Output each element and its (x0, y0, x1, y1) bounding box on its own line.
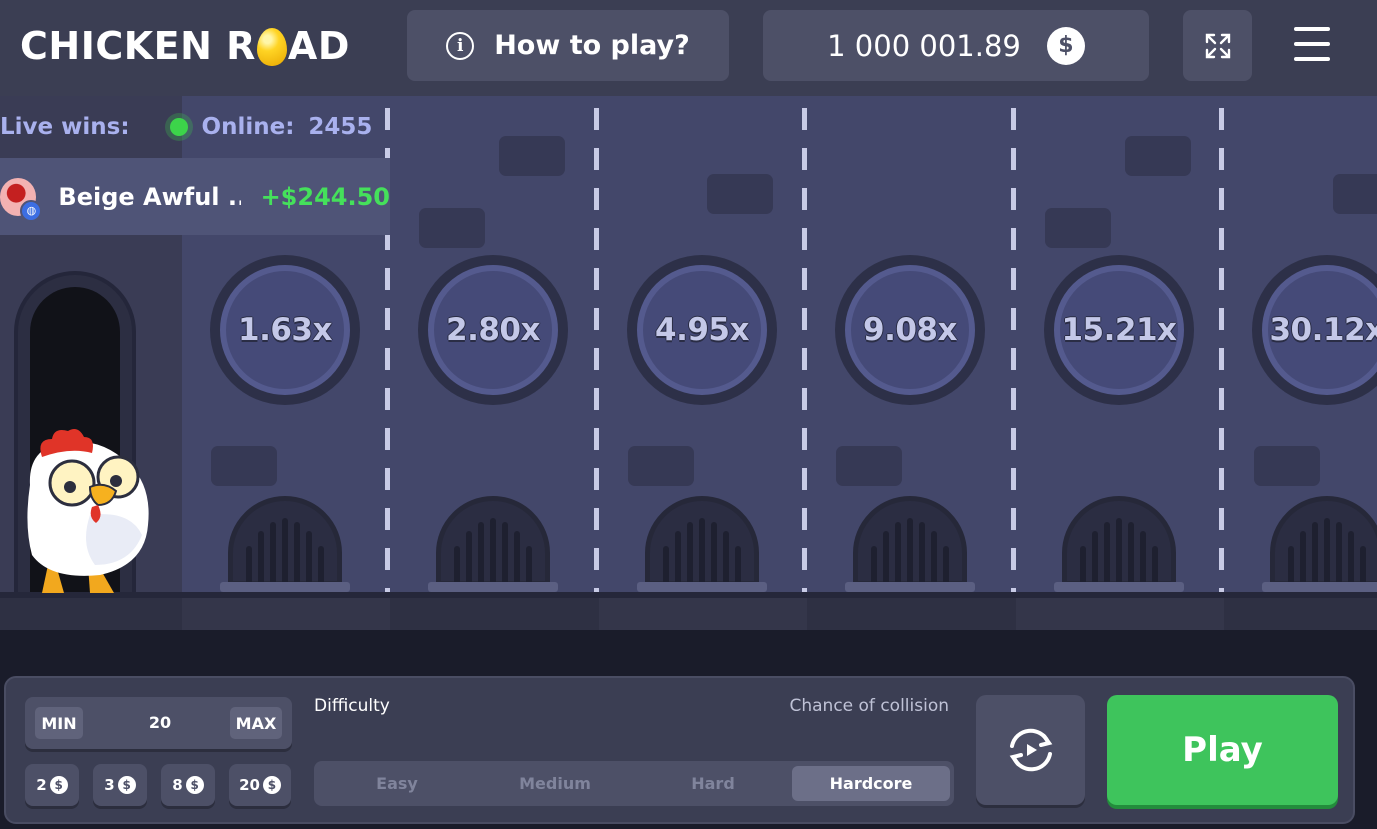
quick-bet-chip-8[interactable]: 8 $ (161, 764, 215, 806)
min-bet-button[interactable]: MIN (35, 707, 83, 739)
sewer-grate-icon (1262, 496, 1377, 592)
wall-brick (1333, 174, 1377, 214)
lane-multiplier-3[interactable]: 4.95x (627, 255, 777, 405)
fullscreen-button[interactable] (1183, 10, 1252, 81)
lane-divider (802, 108, 807, 596)
wall-brick (1254, 446, 1320, 486)
chip-value: 8 (172, 776, 183, 794)
chip-value: 20 (239, 776, 260, 794)
multiplier-value: 15.21x (1061, 312, 1177, 348)
multiplier-value: 1.63x (238, 312, 332, 348)
chip-value: 2 (36, 776, 47, 794)
chip-value: 3 (104, 776, 115, 794)
bet-value[interactable]: 20 (115, 697, 205, 749)
multiplier-value: 30.12x (1269, 312, 1377, 348)
win-amount: +$244.50 (260, 182, 390, 211)
road-segment (599, 598, 807, 630)
online-label: Online: (201, 114, 295, 140)
wall-brick (499, 136, 565, 176)
lane-divider (1011, 108, 1016, 596)
egg-icon (256, 28, 287, 66)
sewer-grate-icon (845, 496, 975, 592)
menu-line-icon (1294, 57, 1330, 61)
wall-brick (211, 446, 277, 486)
live-wins-label: Live wins: (0, 114, 130, 140)
dollar-coin-icon: $ (185, 776, 204, 794)
winner-name: Beige Awful ... (58, 182, 241, 211)
quick-bet-chip-3[interactable]: 3 $ (93, 764, 147, 806)
wall-brick (1045, 208, 1111, 248)
max-bet-button[interactable]: MAX (230, 707, 282, 739)
balance-value: 1 000 001.89 (827, 28, 1021, 63)
lane-divider (594, 108, 599, 596)
online-count: 2455 (308, 114, 373, 140)
quick-bet-chip-20[interactable]: 20 $ (229, 764, 291, 806)
lane-multiplier-2[interactable]: 2.80x (418, 255, 568, 405)
avatar: ◍ (0, 177, 43, 222)
wall-brick (419, 208, 485, 248)
difficulty-easy[interactable]: Easy (318, 766, 476, 801)
live-wins-bar: Live wins: Online: 2455 (0, 96, 390, 158)
lane-multiplier-6[interactable]: 30.12x (1252, 255, 1377, 405)
road-segment (1016, 598, 1224, 630)
logo-text-left: CHICKEN R (20, 24, 256, 68)
bet-amount-input[interactable]: MIN 20 MAX (25, 697, 292, 749)
globe-icon: ◍ (20, 199, 43, 222)
menu-line-icon (1294, 27, 1330, 31)
lane-multiplier-5[interactable]: 15.21x (1044, 255, 1194, 405)
lane-multiplier-4[interactable]: 9.08x (835, 255, 985, 405)
autoplay-cycle-icon (1009, 728, 1052, 772)
dollar-coin-icon: $ (262, 776, 281, 794)
multiplier-value: 4.95x (655, 312, 749, 348)
play-button[interactable]: Play (1107, 695, 1338, 805)
chicken-character-icon (27, 429, 149, 593)
dollar-coin-icon: $ (1046, 26, 1085, 65)
wall-brick (707, 174, 773, 214)
info-icon: i (446, 31, 475, 60)
hamburger-menu-button[interactable] (1286, 22, 1338, 66)
balance-display: 1 000 001.89 $ (763, 10, 1149, 81)
difficulty-hardcore[interactable]: Hardcore (792, 766, 950, 801)
top-bar: CHICKEN R AD i How to play? 1 000 001.89 … (0, 0, 1377, 96)
multiplier-value: 9.08x (863, 312, 957, 348)
autoplay-button[interactable] (976, 695, 1085, 805)
dollar-coin-icon: $ (117, 776, 136, 794)
difficulty-hard[interactable]: Hard (634, 766, 792, 801)
how-to-play-button[interactable]: i How to play? (407, 10, 729, 81)
multiplier-value: 2.80x (446, 312, 540, 348)
road-segment (182, 598, 390, 630)
chance-of-collision-label: Chance of collision (789, 696, 949, 716)
difficulty-label: Difficulty (314, 696, 390, 716)
game-logo: CHICKEN R AD (20, 22, 350, 70)
wall-brick (1125, 136, 1191, 176)
wall-brick (628, 446, 694, 486)
sewer-grate-icon (637, 496, 767, 592)
lane-divider (1219, 108, 1224, 596)
how-to-play-label: How to play? (494, 30, 690, 61)
dollar-coin-icon: $ (49, 776, 68, 794)
sewer-grate-icon (428, 496, 558, 592)
lane-multiplier-1[interactable]: 1.63x (210, 255, 360, 405)
control-panel: MIN 20 MAX 2 $ 3 $ 8 $ 20 $ Difficulty C… (4, 676, 1355, 824)
live-win-item: ◍ Beige Awful ... +$244.50 (0, 158, 390, 235)
logo-text-right: AD (287, 24, 350, 68)
sewer-grate-icon (1054, 496, 1184, 592)
expand-icon (1205, 33, 1230, 58)
online-status-icon (169, 118, 188, 136)
wall-brick (836, 446, 902, 486)
difficulty-selector: Easy Medium Hard Hardcore (314, 761, 954, 806)
difficulty-medium[interactable]: Medium (476, 766, 634, 801)
sewer-grate-icon (220, 496, 350, 592)
quick-bet-chip-2[interactable]: 2 $ (25, 764, 79, 806)
menu-line-icon (1294, 42, 1330, 46)
